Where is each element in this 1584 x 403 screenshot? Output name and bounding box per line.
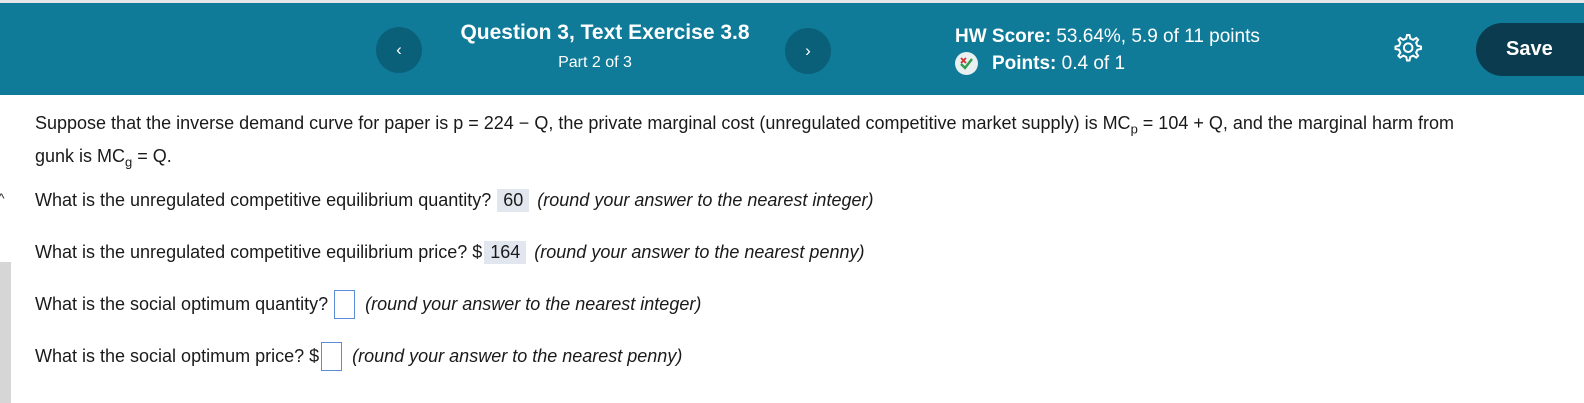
left-scrollbar[interactable] (0, 262, 11, 403)
hw-score-value: 53.64%, 5.9 of 11 points (1056, 26, 1260, 47)
problem-text: Suppose that the inverse demand curve fo… (35, 113, 1454, 170)
chevron-left-icon: ‹ (396, 40, 402, 59)
question-title: Question 3, Text Exercise 3.8 (460, 21, 750, 44)
rounding-hint: (round your answer to the nearest intege… (537, 190, 874, 210)
previous-question-button[interactable]: ‹ (376, 27, 422, 73)
answer-input-social-quantity[interactable] (334, 290, 356, 319)
question-part: Part 2 of 3 (558, 54, 632, 71)
answer-input-social-price[interactable] (321, 342, 343, 371)
question-row-3: What is the social optimum quantity? (ro… (35, 290, 701, 319)
chevron-right-icon: › (805, 41, 811, 60)
header-bar: ‹ Question 3, Text Exercise 3.8 Part 2 o… (0, 0, 1584, 95)
points: Points: 0.4 of 1 (955, 52, 1125, 75)
problem-statement: Suppose that the inverse demand curve fo… (35, 110, 1584, 175)
points-value: 0.4 of 1 (1061, 52, 1126, 74)
save-button[interactable]: Save (1476, 23, 1584, 76)
collapse-caret-icon[interactable]: ^ (0, 190, 5, 206)
rounding-hint: (round your answer to the nearest intege… (365, 294, 702, 314)
rounding-hint: (round your answer to the nearest penny) (534, 242, 865, 262)
question-prompt: What is the social optimum price? $ (35, 346, 320, 366)
question-prompt: What is the unregulated competitive equi… (35, 242, 483, 262)
question-row-4: What is the social optimum price? $ (rou… (35, 342, 682, 371)
answer-field-price[interactable]: 164 (484, 241, 527, 264)
next-question-button[interactable]: › (785, 28, 831, 74)
question-row-1: What is the unregulated competitive equi… (35, 189, 873, 212)
question-prompt: What is the unregulated competitive equi… (35, 190, 492, 210)
settings-gear-icon[interactable] (1392, 32, 1422, 62)
question-row-2: What is the unregulated competitive equi… (35, 241, 864, 264)
hw-score-label: HW Score: (955, 26, 1052, 47)
hw-score: HW Score: 53.64%, 5.9 of 11 points (955, 26, 1260, 48)
rounding-hint: (round your answer to the nearest penny) (352, 346, 683, 366)
answer-field-quantity[interactable]: 60 (497, 189, 530, 212)
partial-credit-icon (955, 52, 978, 75)
points-label: Points: (992, 52, 1057, 74)
question-prompt: What is the social optimum quantity? (35, 294, 329, 314)
